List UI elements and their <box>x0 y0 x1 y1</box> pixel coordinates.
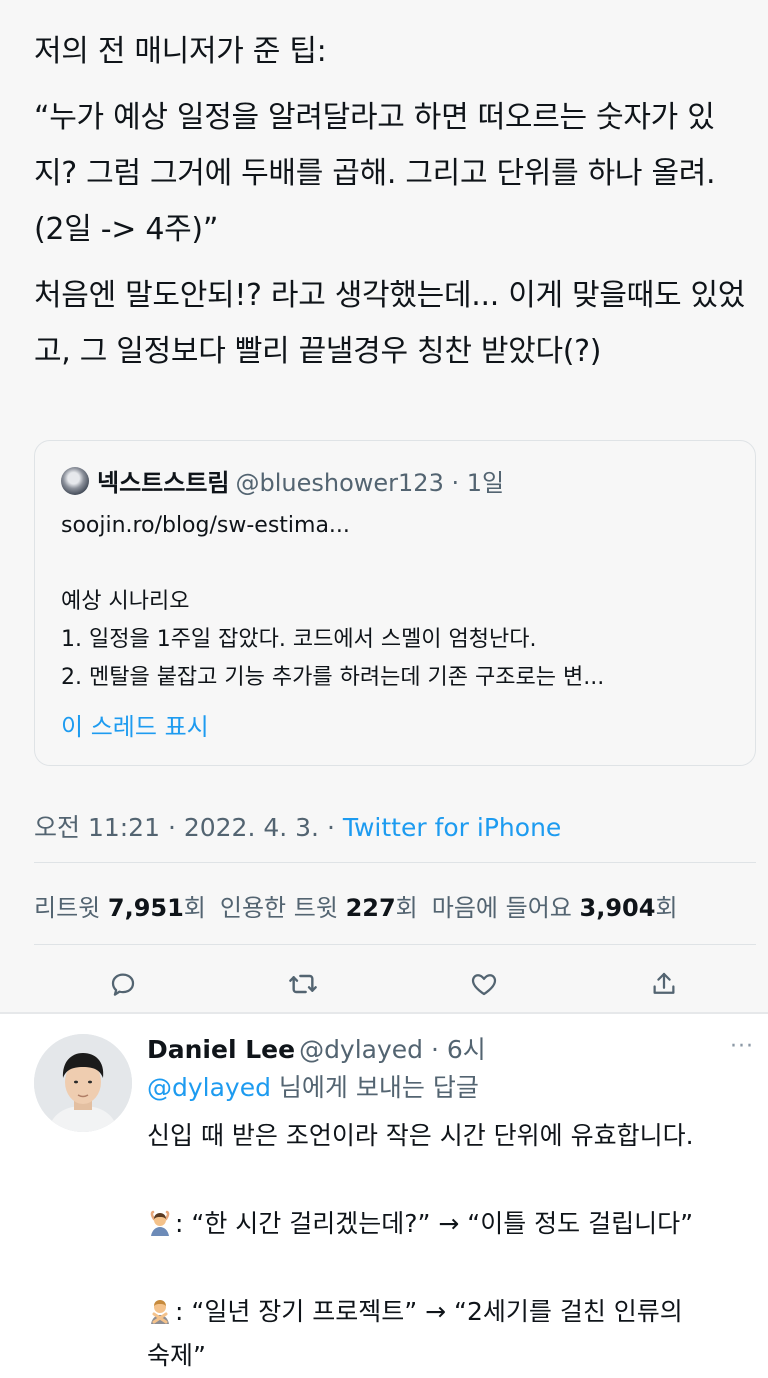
replying-to: @dylayed 님에게 보내는 답글 <box>147 1068 479 1104</box>
more-options-icon[interactable]: ··· <box>730 1034 754 1059</box>
tweet-source-link[interactable]: Twitter for iPhone <box>343 813 561 842</box>
quote-count: 227 <box>345 894 396 922</box>
retweet-stat[interactable]: 리트윗 7,951회 <box>34 894 206 922</box>
tweet-timestamp[interactable]: 오전 11:21 · 2022. 4. 3. · <box>34 813 343 842</box>
share-icon[interactable] <box>644 964 684 1004</box>
reply-tweet[interactable]: Daniel Lee @dylayed · 6시 ··· @dylayed 님에게… <box>0 1014 768 1370</box>
quoted-line <box>61 545 731 583</box>
like-icon[interactable] <box>464 964 504 1004</box>
reply-author-handle: @dylayed · 6시 <box>299 1035 486 1064</box>
quote-tweet-stat[interactable]: 인용한 트윗 227회 <box>220 894 418 922</box>
tweet-paragraph-3: 처음엔 말도안되!? 라고 생각했는데... 이게 맞을때도 있었고, 그 일정… <box>34 278 746 369</box>
tweet-paragraph-1: 저의 전 매니저가 준 팁: <box>34 34 327 69</box>
reply-line: : “일년 장기 프로젝트” → “2세기를 걸친 인류의 <box>147 1290 747 1334</box>
reply-author-name[interactable]: Daniel Lee <box>147 1035 295 1064</box>
reply-line: 숙제” <box>147 1341 206 1370</box>
retweet-count: 7,951 <box>107 894 184 922</box>
like-count: 3,904 <box>579 894 656 922</box>
reply-text: 신입 때 받은 조언이라 작은 시간 단위에 유효합니다. : “한 시간 걸리… <box>147 1114 747 1378</box>
main-tweet: 저의 전 매니저가 준 팁: “누가 예상 일정을 알려달라고 하면 떠오르는 … <box>0 0 768 1012</box>
tweet-stats: 리트윗 7,951회 인용한 트윗 227회 마음에 들어요 3,904회 <box>34 888 678 923</box>
tweet-text: 저의 전 매니저가 준 팁: “누가 예상 일정을 알려달라고 하면 떠오르는 … <box>34 24 750 390</box>
quoted-author-avatar[interactable] <box>61 466 89 495</box>
replying-to-handle-link[interactable]: @dylayed <box>147 1073 271 1102</box>
divider <box>34 862 756 863</box>
quoted-author-name[interactable]: 넥스트스트림 <box>97 469 229 497</box>
quoted-line: 1. 일정을 1주일 잡았다. 코드에서 스멜이 엄청난다. <box>61 627 537 652</box>
divider <box>34 944 756 945</box>
reply-icon[interactable] <box>103 964 143 1004</box>
quoted-line: 예상 시나리오 <box>61 589 190 614</box>
quoted-line: 2. 멘탈을 붙잡고 기능 추가를 하려는데 기존 구조로는 변... <box>61 665 605 690</box>
reply-line: : “한 시간 걸리겠는데?” → “이틀 정도 걸립니다” <box>147 1202 747 1246</box>
quoted-tweet-header: 넥스트스트림 @blueshower123 · 1일 <box>61 463 504 498</box>
tweet-paragraph-2: “누가 예상 일정을 알려달라고 하면 떠오르는 숫자가 있지? 그럼 그거에 … <box>34 100 716 247</box>
quoted-tweet-card[interactable]: 넥스트스트림 @blueshower123 · 1일 soojin.ro/blog… <box>34 440 756 766</box>
quoted-author-handle: @blueshower123 · 1일 <box>235 469 505 497</box>
person-gesturing-no-emoji <box>151 1300 169 1324</box>
reply-author-avatar[interactable] <box>34 1034 132 1132</box>
replying-to-suffix: 님에게 보내는 답글 <box>270 1073 479 1102</box>
quoted-line: soojin.ro/blog/sw-estima... <box>61 513 350 538</box>
like-stat[interactable]: 마음에 들어요 3,904회 <box>432 894 678 922</box>
tweet-actions <box>0 958 768 1006</box>
quoted-tweet-body: soojin.ro/blog/sw-estima... 예상 시나리오 1. 일… <box>61 507 731 697</box>
person-gesturing-ok-emoji <box>150 1210 170 1236</box>
tweet-meta: 오전 11:21 · 2022. 4. 3. · Twitter for iPh… <box>34 808 561 844</box>
reply-header: Daniel Lee @dylayed · 6시 <box>147 1030 486 1066</box>
show-thread-link[interactable]: 이 스레드 표시 <box>61 707 209 742</box>
reply-line: 신입 때 받은 조언이라 작은 시간 단위에 유효합니다. <box>147 1121 694 1150</box>
retweet-icon[interactable] <box>283 964 323 1004</box>
